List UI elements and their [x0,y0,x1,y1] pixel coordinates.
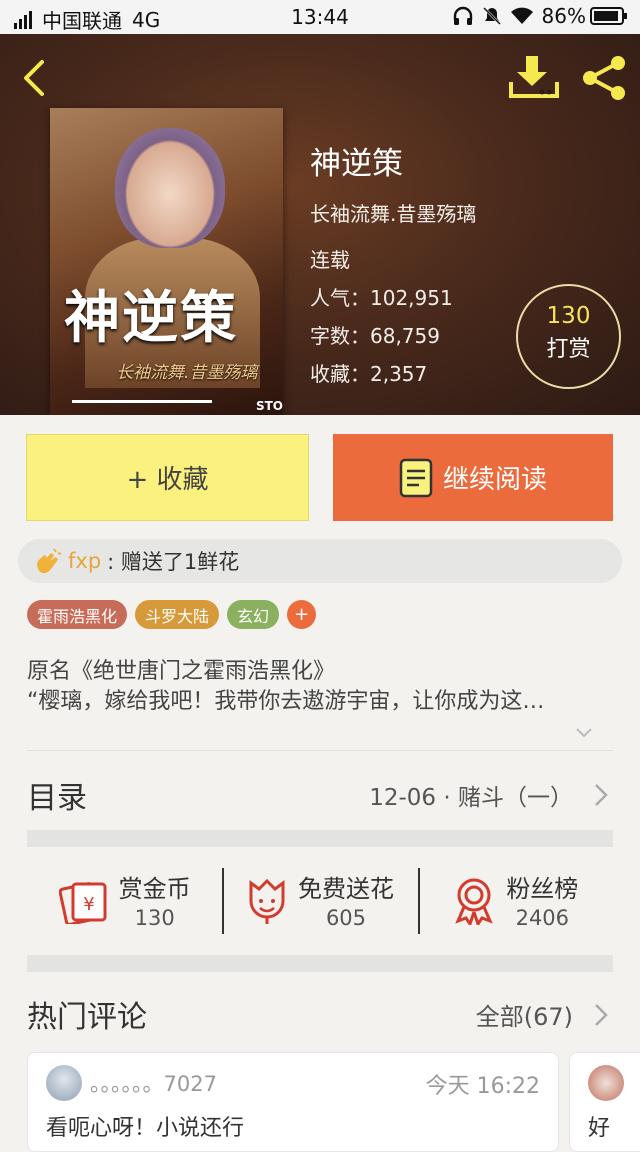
toc-title: 目录 [27,781,87,816]
cover-title: 神逆策 [64,285,238,351]
stat-value: 605 [325,906,367,930]
fan-ranking-button[interactable]: 粉丝榜 2406 [417,846,613,956]
hot-comments-title: 热门评论 [27,1000,147,1035]
divider [27,750,613,751]
book-popularity: 人气：102,951 [310,286,453,310]
table-of-contents-row[interactable]: 目录 12-06 · 赌斗（一） [27,770,613,816]
add-favorite-button[interactable]: + 收藏 [26,434,309,521]
tip-label: 打赏 [546,337,591,362]
tag-item[interactable]: 斗罗大陆 [135,600,220,629]
comment-username: 。。。。。。7027 [90,1072,217,1096]
gift-notice: fxp : 赠送了1鲜花 [18,539,622,583]
flower-icon [249,878,285,924]
hot-comments-header[interactable]: 热门评论 全部(67) [27,992,613,1038]
all-comments-link[interactable]: 全部(67) [476,997,573,1032]
book-word-count: 字数：68,759 [310,324,440,348]
comment-text: 看呃心呀！小说还行 [46,1116,245,1141]
description-line: 原名《绝世唐门之霍雨浩黑化》 [27,659,336,684]
book-status: 连载 [310,248,350,272]
svg-text:¥: ¥ [83,894,94,915]
headphones-icon [453,6,472,25]
expand-chevron-icon[interactable] [575,724,593,742]
book-title: 神逆策 [310,146,403,182]
status-right: 86% [452,4,628,28]
book-icon [399,458,433,497]
battery-icon [590,7,627,25]
cover-publisher: STO [255,399,283,413]
cover-author: 长袖流舞.昔墨殇璃 [116,363,258,383]
comment-time: 今天 16:22 [425,1074,540,1099]
book-favorite-count: 收藏：2,357 [310,362,428,386]
description-line: “樱璃，嫁给我吧！我带你去遨游宇宙，让你成为这… [27,689,545,714]
comment-text: 好 [588,1116,611,1141]
mute-icon [482,7,501,25]
stat-label: 免费送花 [297,875,394,903]
section-separator [27,830,613,847]
section-separator [27,955,613,972]
avatar[interactable] [588,1065,624,1101]
tag-list: 霍雨浩黑化 斗罗大陆 玄幻 + [27,600,317,629]
free-flower-button[interactable]: 免费送花 605 [222,846,417,956]
cover-underline [72,400,212,403]
comment-card[interactable]: 。。。。。。7027 今天 16:22 看呃心呀！小说还行 [27,1052,559,1152]
tip-count: 130 [546,303,591,329]
download-icon[interactable] [508,54,560,100]
tag-item[interactable]: 霍雨浩黑化 [27,600,128,629]
book-author[interactable]: 长袖流舞.昔墨殇璃 [310,198,476,227]
award-ribbon-icon [455,878,494,925]
latest-chapter: 12-06 · 赌斗（一） [369,785,573,811]
red-envelope-icon: ¥ [58,882,107,924]
book-cover[interactable]: 神逆策 长袖流舞.昔墨殇璃 STO [50,108,283,415]
continue-reading-label: 继续阅读 [442,465,547,495]
battery-label: 86% [541,4,586,28]
comment-card[interactable]: 好 [569,1052,640,1152]
tip-button[interactable]: 130 打赏 [516,284,621,389]
status-bar: 中国联通 4G 13:44 86% [0,0,640,34]
add-favorite-label: + 收藏 [126,465,209,495]
book-header: 神逆策 长袖流舞.昔墨殇璃 STO 神逆策 长袖流舞.昔墨殇璃 连载 人气：10… [0,34,640,415]
add-tag-button[interactable]: + [287,600,317,629]
avatar[interactable] [46,1065,82,1101]
gift-user[interactable]: fxp [68,549,101,573]
book-description[interactable]: 原名《绝世唐门之霍雨浩黑化》 “樱璃，嫁给我吧！我带你去遨游宇宙，让你成为这… [27,657,617,717]
reward-coins-button[interactable]: ¥ 赏金币 130 [27,846,222,956]
hand-wave-icon [37,548,62,574]
tag-item[interactable]: 玄幻 [227,600,280,629]
chevron-right-icon [595,1004,608,1026]
chevron-right-icon [595,784,608,806]
stat-value: 2406 [515,906,570,930]
stats-row: ¥ 赏金币 130 免费送花 605 粉丝榜 2406 [27,846,613,956]
continue-reading-button[interactable]: 继续阅读 [333,434,613,521]
back-icon[interactable] [18,58,48,98]
wifi-icon [510,7,533,24]
stat-label: 赏金币 [118,875,191,903]
stat-label: 粉丝榜 [506,875,579,903]
stat-value: 130 [134,906,175,930]
cover-figure-face [115,128,225,248]
gift-text: : 赠送了1鲜花 [107,550,240,574]
share-icon[interactable] [580,54,628,102]
